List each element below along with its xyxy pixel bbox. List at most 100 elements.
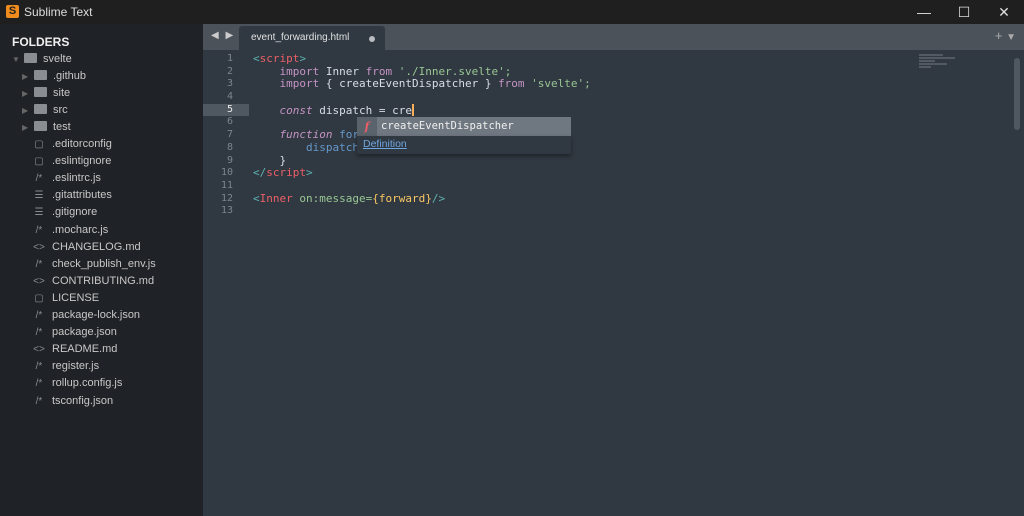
tab-menu-button[interactable]: ▼	[1006, 32, 1016, 43]
folder-item[interactable]: ▶ src	[22, 102, 68, 119]
minimap[interactable]	[919, 54, 959, 74]
list-icon: ☰	[34, 190, 44, 202]
comment-icon: /*	[35, 327, 43, 339]
folder-label: test	[53, 121, 71, 134]
file-label: CONTRIBUTING.md	[52, 274, 155, 287]
folder-open-icon	[24, 53, 37, 63]
folder-root[interactable]: ▼ svelte	[12, 51, 72, 68]
file-icon: ▢	[34, 292, 44, 304]
collapsed-arrow-icon: ▶	[22, 106, 29, 116]
line-number: 8	[226, 141, 233, 153]
folder-icon	[34, 121, 47, 132]
file-label: CHANGELOG.md	[52, 240, 141, 253]
folder-item[interactable]: ▶ test	[22, 119, 71, 136]
sidebar: FOLDERS ▼ svelte ▶ .github ▶ site ▶ src ▶ test ▢.…	[0, 24, 203, 516]
code-line: const dispatch = cre	[279, 103, 414, 117]
file-item[interactable]: ▢ .editorconfig	[30, 136, 112, 153]
file-icon: ▢	[34, 156, 44, 168]
expanded-arrow-icon: ▼	[12, 55, 20, 64]
file-label: .gitignore	[52, 206, 98, 219]
autocomplete-label: createEventDispatcher	[381, 120, 514, 132]
window-title: Sublime Text	[24, 5, 93, 19]
vertical-scrollbar[interactable]	[1014, 58, 1020, 130]
line-number: 5	[203, 103, 249, 117]
tab-bar: ◀ ▶ event_forwarding.html + ▼	[203, 24, 1024, 50]
collapsed-arrow-icon: ▶	[22, 72, 29, 81]
file-label: README.md	[52, 343, 118, 356]
file-item[interactable]: <> README.md	[30, 341, 117, 358]
folder-icon	[34, 87, 47, 98]
file-item[interactable]: /* check_publish_env.js	[30, 256, 156, 273]
comment-icon: /*	[35, 258, 43, 270]
minimize-button[interactable]: —	[904, 0, 944, 24]
folder-label: site	[53, 87, 71, 100]
file-label: package-lock.json	[52, 309, 141, 321]
file-item[interactable]: ☰ .gitattributes	[30, 187, 112, 204]
unsaved-dot-icon[interactable]	[369, 36, 375, 42]
file-item[interactable]: <> CONTRIBUTING.md	[30, 273, 154, 290]
file-item[interactable]: <> CHANGELOG.md	[30, 239, 141, 256]
folder-item[interactable]: ▶ site	[22, 85, 70, 102]
code-icon: <>	[33, 241, 45, 253]
file-label: .eslintignore	[52, 155, 112, 168]
file-label: check_publish_env.js	[52, 257, 156, 270]
file-label: .eslintrc.js	[52, 172, 101, 185]
file-item[interactable]: /* .mocharc.js	[30, 222, 109, 239]
code-line: <Inner on:message={forward}/>	[253, 191, 446, 205]
autocomplete-item[interactable]: f createEventDispatcher	[357, 117, 571, 136]
file-item[interactable]: /* package-lock.json	[30, 307, 140, 324]
tab-controls: + ▼	[995, 28, 1016, 43]
line-number: 10	[220, 167, 233, 179]
file-item[interactable]: /* .eslintrc.js	[30, 170, 101, 187]
line-number-gutter: 1 2 3 4 5 6 7 8 9 10 11 12 13	[203, 53, 249, 218]
maximize-button[interactable]: ☐	[944, 0, 984, 24]
comment-icon: /*	[35, 310, 43, 321]
comment-icon: /*	[35, 395, 43, 407]
title-bar: S Sublime Text — ☐ ✕	[0, 0, 1024, 24]
file-item[interactable]: /* tsconfig.json	[30, 393, 114, 410]
folder-label: svelte	[43, 53, 72, 65]
folder-label: .github	[53, 70, 87, 82]
file-label: LICENSE	[52, 291, 100, 304]
comment-icon: /*	[35, 173, 43, 185]
file-item[interactable]: /* register.js	[30, 358, 99, 375]
file-label: register.js	[52, 360, 100, 373]
line-number: 1	[226, 53, 233, 64]
file-label: rollup.config.js	[52, 377, 123, 390]
text-cursor	[411, 103, 414, 116]
folders-header: FOLDERS	[12, 35, 70, 49]
comment-icon: /*	[35, 361, 43, 373]
folder-icon	[34, 104, 47, 115]
file-item[interactable]: ▢ LICENSE	[30, 290, 99, 307]
function-icon: f	[357, 117, 377, 136]
tab-nav-arrows[interactable]: ◀ ▶	[211, 30, 235, 41]
line-number: 12	[220, 192, 233, 204]
file-item[interactable]: /* package.json	[30, 324, 117, 341]
folder-icon	[34, 70, 47, 80]
definition-link[interactable]: Definition	[363, 138, 407, 150]
folder-item[interactable]: ▶ .github	[22, 68, 86, 85]
collapsed-arrow-icon: ▶	[22, 123, 29, 133]
code-editor[interactable]: 1 2 3 4 5 6 7 8 9 10 11 12 13 <script> import Inner …	[203, 50, 1024, 516]
new-tab-button[interactable]: +	[995, 28, 1003, 43]
file-item[interactable]: ☰ .gitignore	[30, 204, 98, 221]
file-icon: ▢	[34, 139, 44, 150]
file-item[interactable]: ▢ .eslintignore	[30, 153, 111, 170]
close-button[interactable]: ✕	[984, 0, 1024, 24]
file-label: .mocharc.js	[52, 223, 109, 236]
line-number: 7	[226, 129, 233, 141]
tab-event-forwarding[interactable]: event_forwarding.html	[239, 26, 385, 50]
file-label: tsconfig.json	[52, 394, 114, 407]
line-number: 2	[226, 65, 233, 77]
line-number: 9	[226, 154, 233, 166]
collapsed-arrow-icon: ▶	[22, 89, 29, 99]
file-item[interactable]: /* rollup.config.js	[30, 375, 123, 392]
tab-label: event_forwarding.html	[251, 32, 350, 43]
code-icon: <>	[33, 344, 45, 356]
file-label: .gitattributes	[52, 189, 112, 202]
line-number: 6	[226, 116, 233, 128]
autocomplete-footer: Definition	[357, 136, 571, 154]
code-line: import { createEventDispatcher } from 's…	[279, 77, 591, 91]
